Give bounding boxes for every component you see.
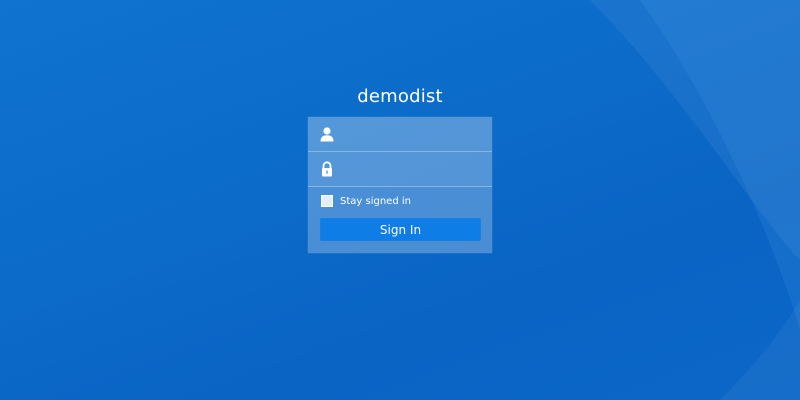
login-form: Stay signed in Sign In xyxy=(308,117,492,253)
stay-signed-in[interactable]: Stay signed in xyxy=(321,194,411,208)
stay-signed-in-label: Stay signed in xyxy=(340,195,411,207)
username-field[interactable] xyxy=(308,117,492,152)
lock-icon xyxy=(322,161,332,177)
stay-signed-in-checkbox[interactable] xyxy=(321,195,333,207)
password-field[interactable] xyxy=(308,152,492,187)
login-screen: demodist Stay signed in Sign In xyxy=(0,0,800,400)
password-input[interactable] xyxy=(342,158,486,182)
site-title: demodist xyxy=(357,86,443,107)
user-icon xyxy=(320,127,334,142)
sign-in-button[interactable]: Sign In xyxy=(320,218,481,241)
username-input[interactable] xyxy=(342,123,486,147)
